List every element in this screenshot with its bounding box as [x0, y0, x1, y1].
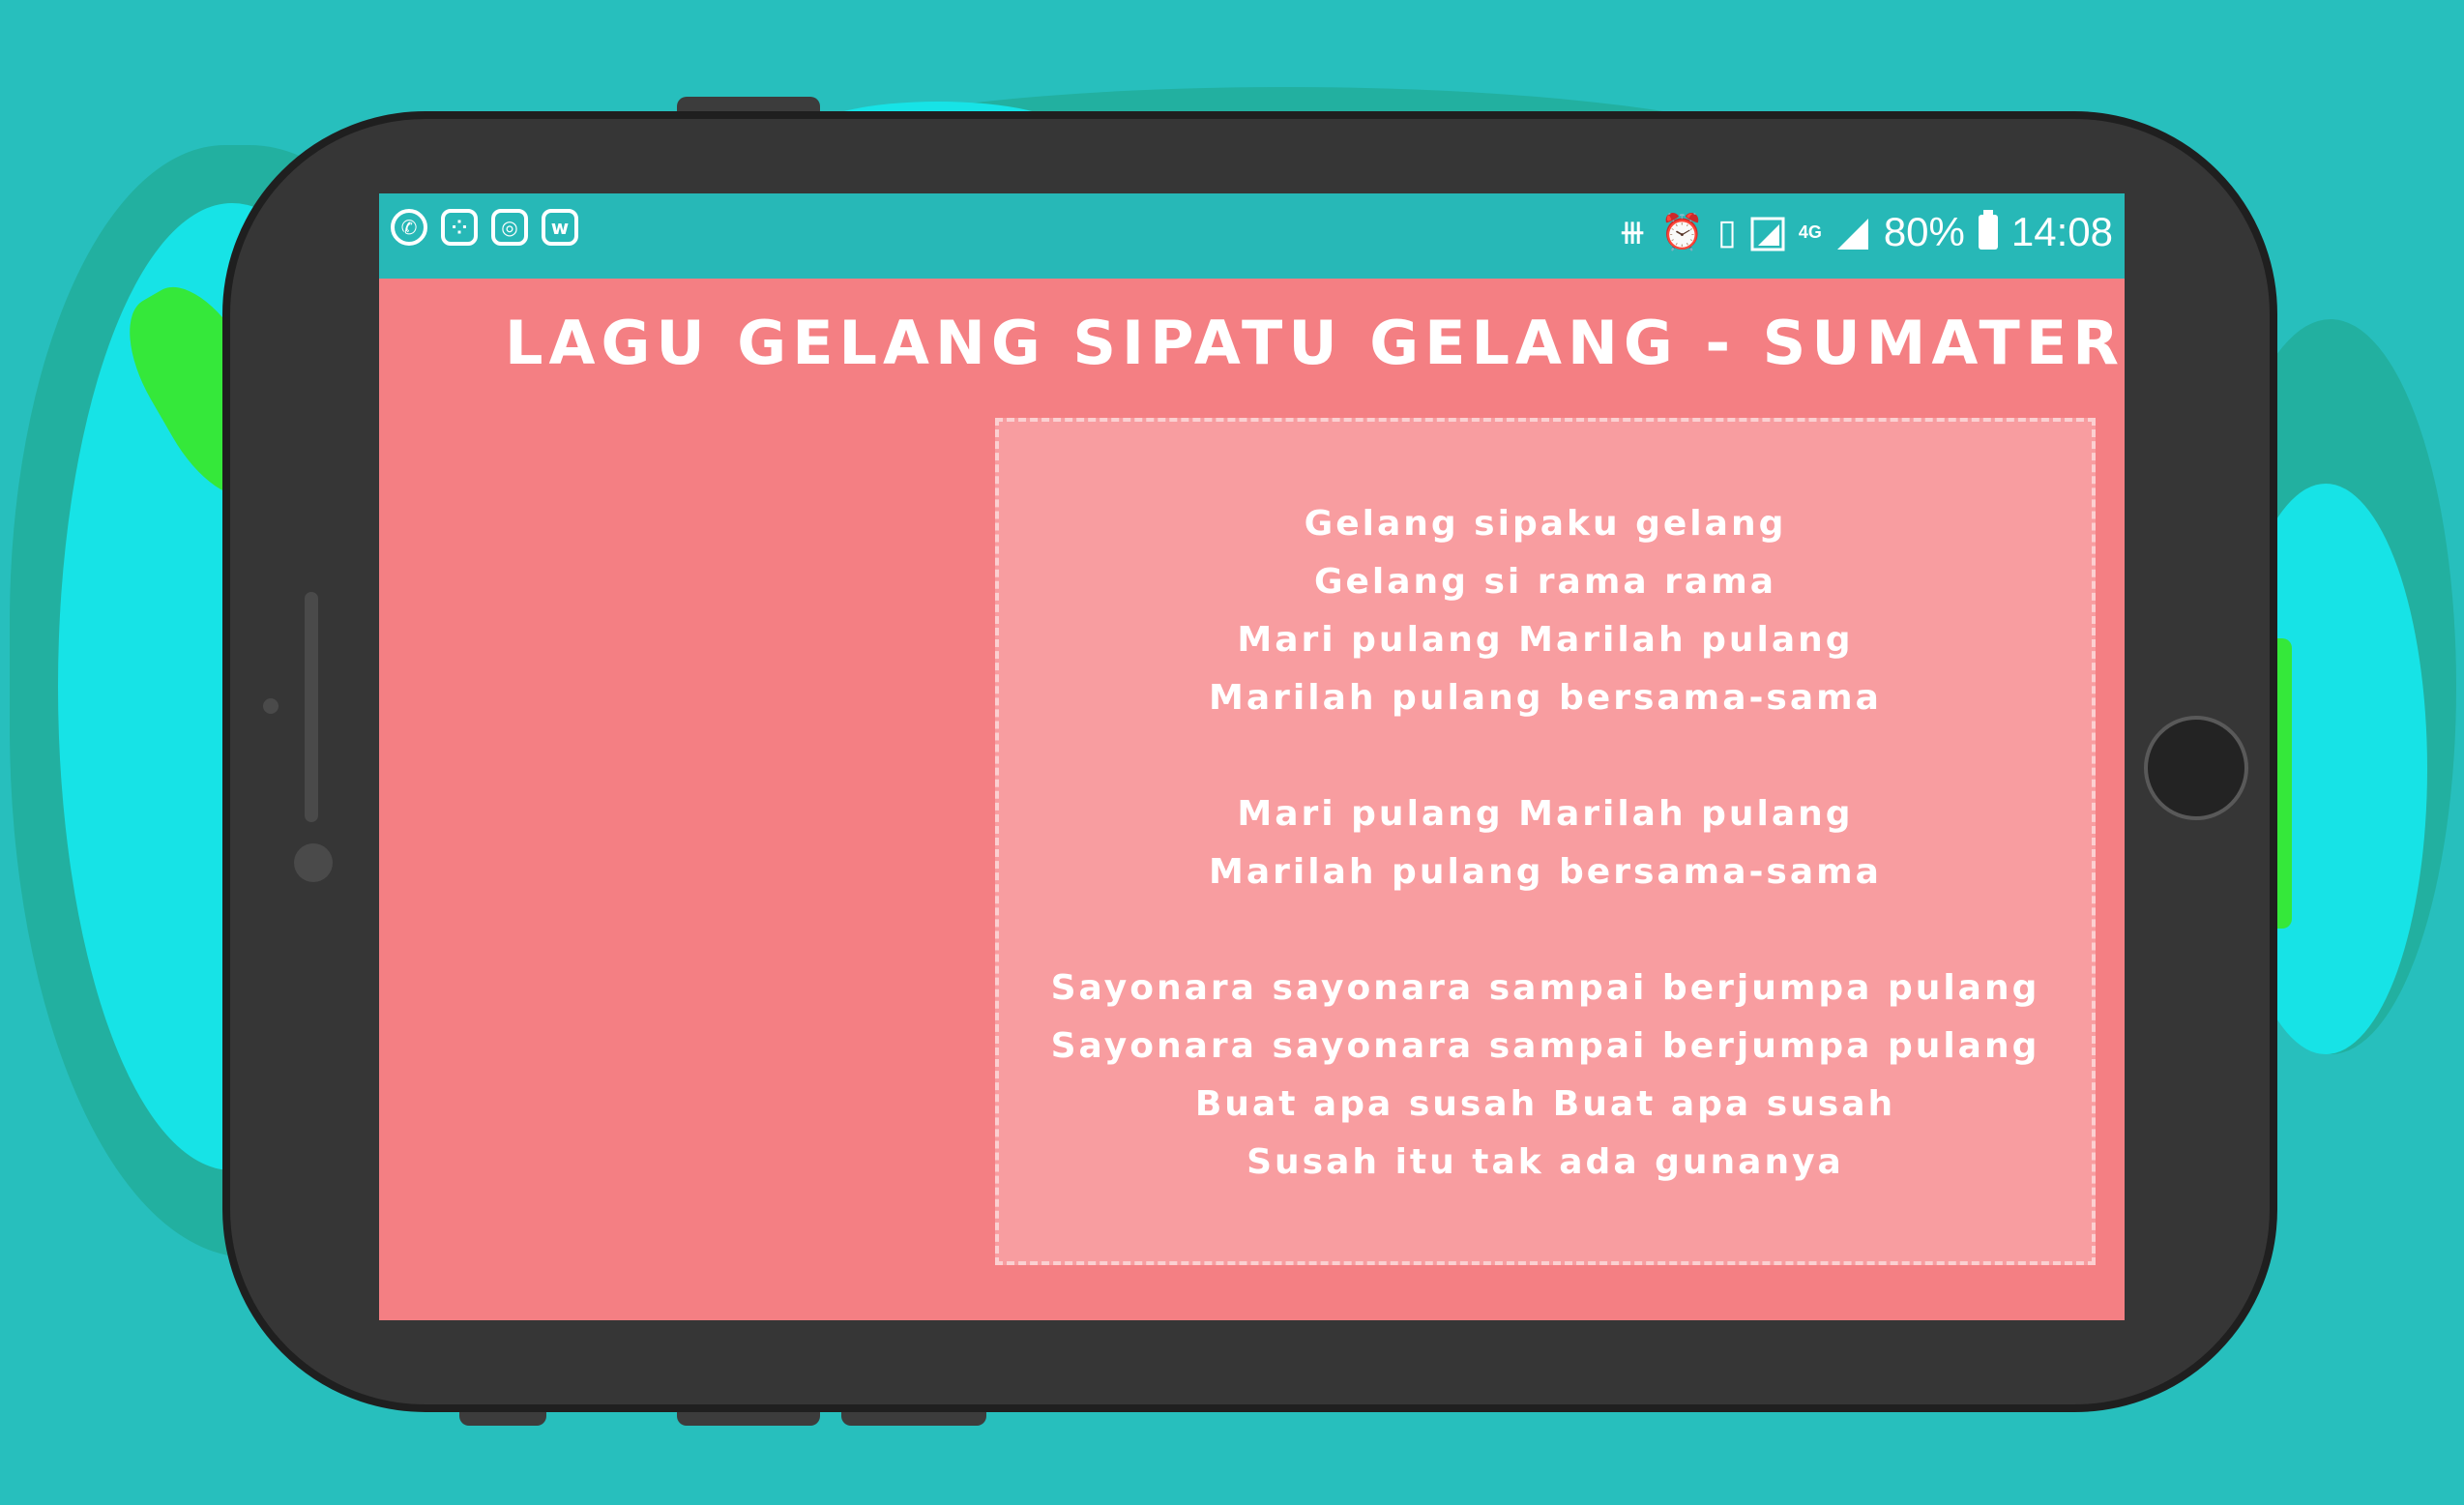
cell-signal-icon	[1835, 215, 1870, 250]
battery-percent: 80%	[1883, 209, 1965, 254]
lyric-line: Marilah pulang bersama-sama	[1209, 678, 1882, 718]
lyric-line	[999, 901, 2092, 959]
vibrate-icon: ⧻	[1618, 212, 1648, 251]
battery-icon	[1978, 210, 1998, 250]
lyrics-text: Gelang sipaku gelang Gelang si rama rama…	[999, 495, 2092, 1192]
alarm-icon: ⏰	[1660, 212, 1704, 251]
instagram-icon: ◎	[491, 209, 528, 246]
front-camera	[294, 843, 333, 882]
lyric-line: Buat apa susah Buat apa susah	[1194, 1084, 1896, 1124]
wattpad-icon: w	[542, 209, 578, 246]
lyric-line: Gelang sipaku gelang	[1304, 504, 1787, 544]
system-status: ⧻ ⏰ ▯ 4G 80% 14:08	[1618, 203, 2113, 261]
home-button[interactable]	[2144, 716, 2248, 820]
lyric-line: Sayonara sayonara sampai berjumpa pulang	[1050, 1026, 2040, 1066]
sensor-dot	[263, 698, 279, 714]
page-title: LAGU GELANG SIPATU GELANG - SUMATERA	[505, 308, 2125, 378]
whatsapp-icon: ✆	[391, 209, 427, 246]
app-screen: ✆ ⁘ ◎ w ⧻ ⏰ ▯ 4G 80% 14:08 LAGU GELANG S…	[379, 193, 2125, 1320]
lyrics-box: Gelang sipaku gelang Gelang si rama rama…	[995, 418, 2096, 1265]
lyric-line: Susah itu tak ada gunanya	[1247, 1142, 1844, 1182]
speaker-grille	[305, 592, 318, 822]
notification-icons: ✆ ⁘ ◎ w	[391, 209, 578, 246]
lyric-line: Gelang si rama rama	[1313, 562, 1777, 602]
bbm-icon: ⁘	[441, 209, 478, 246]
lyric-line: Mari pulang Marilah pulang	[1237, 794, 1854, 834]
wifi-signal-icon	[1750, 215, 1785, 251]
lyric-line	[999, 727, 2092, 785]
sim-icon: ▯	[1717, 212, 1737, 251]
4g-icon: 4G	[1798, 221, 1822, 242]
status-bar: ✆ ⁘ ◎ w ⧻ ⏰ ▯ 4G 80% 14:08	[379, 193, 2125, 279]
lyric-line: Marilah pulang bersama-sama	[1209, 852, 1882, 892]
lyric-line: Mari pulang Marilah pulang	[1237, 620, 1854, 660]
lyric-line: Sayonara sayonara sampai berjumpa pulang	[1050, 968, 2040, 1008]
clock: 14:08	[2010, 209, 2113, 254]
